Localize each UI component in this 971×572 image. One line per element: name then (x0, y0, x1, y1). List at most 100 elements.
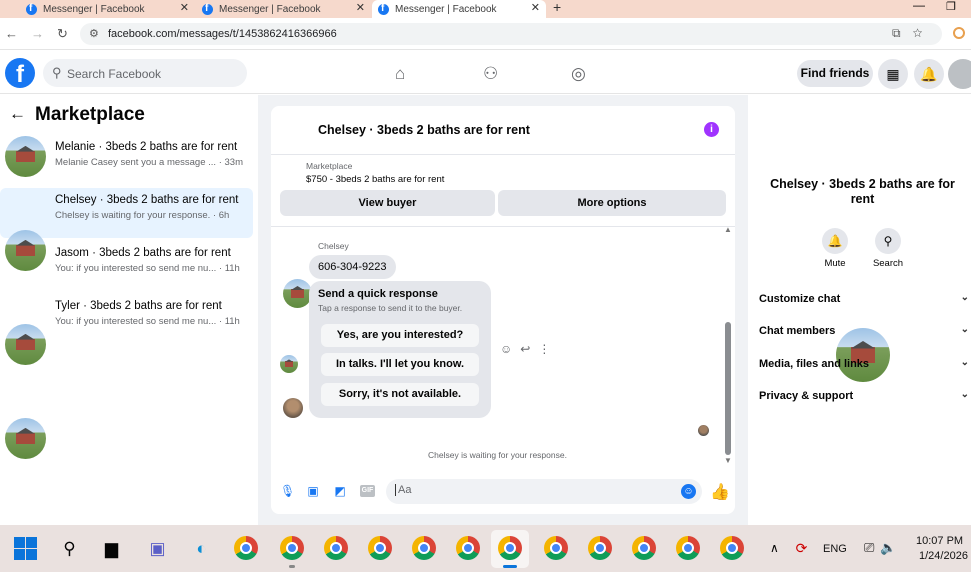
chrome-profile-icon[interactable] (544, 536, 568, 560)
reply-icon[interactable]: ↩ (520, 342, 538, 356)
url-text[interactable]: facebook.com/messages/t/1453862416366966 (108, 28, 337, 40)
section-label: Media, files and links (759, 358, 870, 370)
gif-icon[interactable]: GIF (360, 485, 375, 497)
more-actions-icon[interactable]: ⋮ (538, 342, 558, 356)
chevron-down-icon: ⌄ (960, 292, 969, 303)
search-placeholder: Search Facebook (67, 67, 162, 81)
clock-date[interactable]: 1/24/2026 (919, 550, 968, 562)
back-arrow-icon[interactable]: ← (9, 104, 26, 124)
volume-icon[interactable]: 🔈 (880, 540, 902, 555)
chrome-profile-icon[interactable] (588, 536, 612, 560)
edge-browser-icon[interactable]: ◐ (190, 537, 213, 560)
browser-tab-2[interactable]: Messenger | Facebook ✕ (196, 0, 371, 18)
chrome-profile-icon[interactable] (720, 536, 744, 560)
chat-members-section[interactable]: Chat members ⌄ (759, 324, 969, 337)
chat-title[interactable]: Chelsey · 3beds 2 baths are for rent (318, 123, 530, 137)
chrome-profile-icon[interactable] (324, 536, 348, 560)
task-view-icon[interactable]: ▆ (100, 537, 123, 560)
sync-icon[interactable]: ⟳ (790, 537, 813, 560)
message-input-placeholder[interactable]: Aa (395, 484, 411, 496)
browser-tab-1[interactable]: Messenger | Facebook ✕ (20, 0, 195, 18)
quick-response-yes-button[interactable]: Yes, are you interested? (321, 324, 479, 347)
customize-chat-section[interactable]: Customize chat ⌄ (759, 292, 969, 305)
sticker-icon[interactable]: ◩ (333, 484, 347, 498)
chrome-icon[interactable] (234, 536, 258, 560)
scrollbar-thumb[interactable] (725, 322, 731, 455)
chrome-profile-icon[interactable] (280, 536, 304, 560)
notifications-bell-icon[interactable]: 🔔 (914, 59, 944, 89)
incoming-message-bubble[interactable]: 606-304-9223 (309, 255, 396, 279)
conversation-time: · 6h (212, 210, 230, 221)
attach-image-icon[interactable]: ▣ (306, 484, 320, 498)
conversation-name: Tyler · 3beds 2 baths are for rent (55, 300, 222, 312)
conversation-info-icon[interactable]: i (704, 122, 719, 137)
marketplace-title: Marketplace (35, 104, 145, 125)
conversation-time: · 33m (218, 157, 243, 168)
waiting-status-text: Chelsey is waiting for your response. (428, 450, 567, 460)
listing-thumbnail (5, 136, 46, 177)
listing-price-title[interactable]: $750 - 3beds 2 baths are for rent (306, 174, 444, 185)
friends-icon[interactable]: ⚇ (483, 64, 498, 84)
chrome-profile-icon[interactable] (368, 536, 392, 560)
scroll-up-icon[interactable]: ▲ (724, 225, 732, 234)
windows-start-icon[interactable] (14, 537, 37, 560)
close-tab-icon[interactable]: ✕ (180, 1, 189, 14)
mute-bell-icon[interactable]: 🔔 (822, 228, 848, 254)
close-tab-icon[interactable]: ✕ (356, 1, 365, 14)
search-icon[interactable]: ⚲ (58, 537, 81, 560)
conversation-preview: Chelsey is waiting for your response. (55, 210, 211, 221)
facebook-favicon-icon (202, 3, 213, 15)
react-emoji-icon[interactable]: ☺ (500, 342, 520, 356)
conversation-preview: You: if you interested so send me nu... (55, 316, 217, 327)
search-conversation-icon[interactable]: ⚲ (875, 228, 901, 254)
chrome-profile-icon[interactable] (676, 536, 700, 560)
profile-avatar[interactable] (948, 59, 971, 89)
new-tab-button[interactable]: + (553, 0, 561, 15)
thumbs-up-like-icon[interactable]: 👍 (710, 482, 730, 502)
back-arrow-icon[interactable]: ← (5, 26, 18, 41)
quick-response-subtitle: Tap a response to send it to the buyer. (318, 303, 463, 313)
more-options-button[interactable]: More options (498, 190, 726, 216)
reload-icon[interactable]: ↻ (57, 26, 68, 42)
find-friends-button[interactable]: Find friends (797, 60, 873, 87)
facebook-logo-icon[interactable]: f (5, 58, 35, 88)
browser-profile-icon[interactable] (953, 27, 965, 39)
sender-avatar[interactable] (283, 398, 303, 418)
clock-time[interactable]: 10:07 PM (916, 535, 963, 547)
chrome-profile-icon[interactable] (632, 536, 656, 560)
chrome-profile-icon-active[interactable] (498, 536, 522, 560)
home-icon[interactable]: ⌂ (395, 64, 405, 84)
privacy-support-section[interactable]: Privacy & support ⌄ (759, 389, 969, 402)
site-info-icon[interactable]: ⚙ (89, 27, 99, 40)
teams-chat-icon[interactable]: ▣ (146, 537, 169, 560)
running-indicator (289, 565, 295, 568)
view-buyer-button[interactable]: View buyer (280, 190, 495, 216)
input-language[interactable]: ENG (823, 543, 847, 555)
network-icon[interactable]: ⎚ (864, 540, 880, 555)
emoji-picker-icon[interactable]: ☺ (681, 484, 696, 499)
minimize-window-button[interactable]: — (913, 0, 925, 12)
chat-listing-thumbnail[interactable] (283, 279, 312, 308)
media-files-links-section[interactable]: Media, files and links ⌄ (759, 357, 969, 370)
install-app-icon[interactable]: ⧉ (892, 26, 913, 40)
show-hidden-icons-chevron-icon[interactable]: ∧ (770, 541, 779, 555)
message-input-box[interactable] (386, 479, 702, 504)
facebook-favicon-icon (26, 3, 37, 15)
active-indicator (503, 565, 517, 568)
quick-response-not-available-button[interactable]: Sorry, it's not available. (321, 383, 479, 406)
browser-tab-3-active[interactable]: Messenger | Facebook ✕ (372, 0, 546, 18)
forward-arrow-icon[interactable]: → (31, 26, 44, 41)
groups-icon[interactable]: ◎ (571, 64, 586, 84)
chrome-profile-icon[interactable] (456, 536, 480, 560)
maximize-window-button[interactable]: ❐ (946, 0, 956, 13)
conversation-preview: Melanie Casey sent you a message ... (55, 157, 217, 168)
close-tab-icon[interactable]: ✕ (531, 1, 540, 14)
marketplace-listing-thumbnail[interactable] (280, 355, 298, 373)
bookmark-star-icon[interactable]: ☆ (913, 26, 935, 40)
section-label: Privacy & support (759, 390, 854, 402)
chrome-profile-icon[interactable] (412, 536, 436, 560)
scroll-down-icon[interactable]: ▼ (724, 456, 732, 465)
quick-response-in-talks-button[interactable]: In talks. I'll let you know. (321, 353, 479, 376)
microphone-icon[interactable]: 🎙 (280, 484, 295, 498)
menu-grid-icon[interactable]: ▦ (878, 59, 908, 89)
